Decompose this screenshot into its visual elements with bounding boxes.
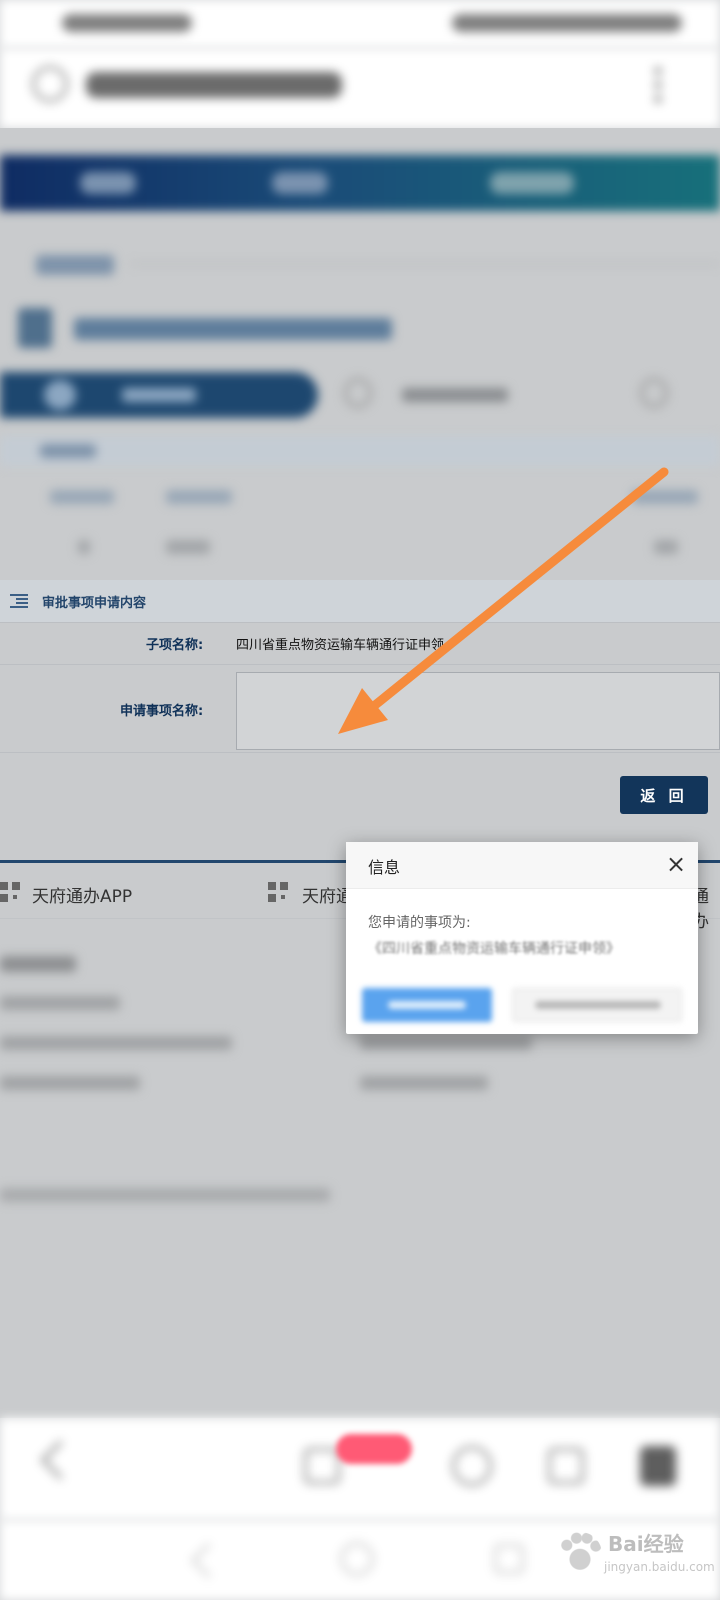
dialog-cancel-button[interactable] bbox=[512, 988, 682, 1022]
menu-icon[interactable] bbox=[640, 1446, 676, 1486]
list-icon bbox=[10, 594, 28, 608]
footer-app-1[interactable]: 天府通办APP bbox=[32, 882, 132, 907]
apply-name-textarea[interactable] bbox=[236, 672, 720, 750]
step-icon-3 bbox=[640, 378, 668, 408]
button-label bbox=[535, 1001, 661, 1009]
table-cell-3 bbox=[654, 540, 678, 554]
browser-title-bar bbox=[0, 48, 720, 128]
step-icon-2 bbox=[344, 378, 372, 408]
apply-label: 申请事项名称: bbox=[120, 704, 204, 719]
nav-home-icon[interactable] bbox=[340, 1542, 374, 1576]
status-bar bbox=[0, 0, 720, 48]
step-active bbox=[0, 372, 318, 418]
step-icon bbox=[44, 380, 76, 410]
status-icons-left bbox=[62, 14, 192, 32]
footer-text bbox=[0, 1076, 140, 1090]
qr-code-icon bbox=[268, 882, 288, 902]
nav-item-personal[interactable] bbox=[272, 172, 328, 194]
basic-info-header bbox=[0, 436, 720, 466]
return-button[interactable]: 返 回 bbox=[620, 776, 708, 814]
basic-info-title bbox=[40, 444, 96, 458]
divider bbox=[0, 622, 720, 623]
subitem-value: 四川省重点物资运输车辆通行证申领 bbox=[236, 638, 445, 653]
home-icon[interactable] bbox=[452, 1446, 492, 1486]
table-header-2 bbox=[166, 490, 232, 504]
dialog-message: 您申请的事项为: bbox=[368, 915, 471, 931]
info-dialog: 信息 × 您申请的事项为: 《四川省重点物资运输车辆通行证申领》 bbox=[346, 842, 698, 1034]
step-label-2 bbox=[402, 388, 508, 402]
table-header-3 bbox=[632, 490, 698, 504]
site-icon bbox=[32, 66, 68, 102]
notification-badge bbox=[336, 1434, 412, 1464]
nav-item-services[interactable] bbox=[490, 172, 574, 194]
section-header: 审批事项申请内容 bbox=[0, 580, 720, 622]
divider bbox=[0, 664, 720, 665]
site-title bbox=[86, 72, 342, 98]
close-icon[interactable]: × bbox=[662, 850, 690, 878]
back-icon[interactable] bbox=[40, 1440, 80, 1480]
nav-item-home[interactable] bbox=[80, 172, 136, 194]
more-menu-icon[interactable] bbox=[654, 64, 662, 104]
baidu-watermark: Bai经验 jingyan.baidu.com bbox=[548, 1524, 715, 1584]
page-title bbox=[74, 318, 392, 340]
footer-copyright bbox=[0, 1188, 330, 1202]
windows-icon[interactable] bbox=[548, 1448, 584, 1484]
footer-text bbox=[360, 1076, 488, 1090]
qr-code-icon bbox=[0, 882, 20, 902]
footer-text bbox=[360, 1036, 532, 1050]
breadcrumb[interactable] bbox=[36, 255, 114, 275]
table-header-1 bbox=[50, 490, 114, 504]
breadcrumb-divider bbox=[130, 263, 720, 265]
dialog-item-name: 《四川省重点物资运输车辆通行证申领》 bbox=[368, 941, 620, 957]
site-top-nav bbox=[0, 155, 720, 211]
table-cell-2 bbox=[166, 540, 210, 554]
nav-back-icon[interactable] bbox=[190, 1542, 227, 1579]
watermark-brand: Bai经验 bbox=[608, 1532, 684, 1556]
footer-text bbox=[0, 956, 76, 972]
tabs-icon[interactable] bbox=[304, 1448, 340, 1484]
dialog-title: 信息 bbox=[368, 858, 401, 877]
dialog-confirm-button[interactable] bbox=[362, 988, 492, 1022]
section-title: 审批事项申请内容 bbox=[42, 596, 147, 611]
button-label bbox=[388, 1001, 466, 1009]
divider bbox=[0, 752, 720, 753]
subitem-label: 子项名称: bbox=[146, 638, 204, 653]
status-icons-right bbox=[452, 14, 682, 32]
watermark-url: jingyan.baidu.com bbox=[604, 1560, 715, 1574]
table-cell-1 bbox=[78, 540, 90, 554]
paw-logo-icon bbox=[558, 1532, 602, 1576]
step-label bbox=[122, 388, 196, 402]
footer-text bbox=[0, 1036, 232, 1050]
footer-text bbox=[0, 996, 120, 1010]
document-icon bbox=[18, 308, 52, 348]
nav-recents-icon[interactable] bbox=[494, 1544, 524, 1574]
